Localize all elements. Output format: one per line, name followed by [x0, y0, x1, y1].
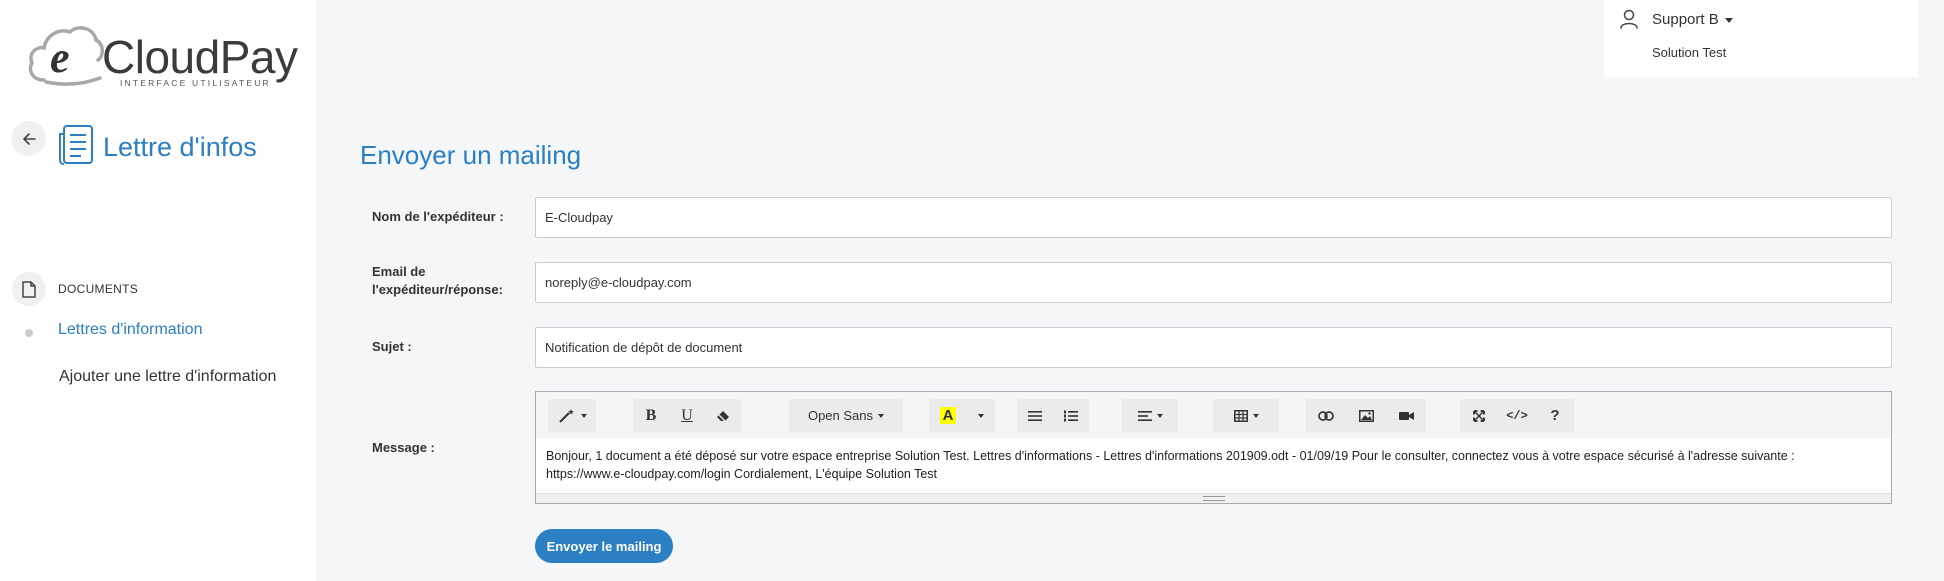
paragraph-align-dropdown[interactable]: [1122, 399, 1178, 432]
send-mailing-button[interactable]: Envoyer le mailing: [535, 529, 673, 563]
sidebar: e CloudPay INTERFACE UTILISATEUR Lettre …: [0, 0, 316, 581]
sender-email-label: Email de l'expéditeur/réponse:: [372, 263, 503, 299]
chevron-down-icon: [1724, 17, 1733, 23]
message-label: Message :: [372, 440, 435, 455]
chevron-down-icon: [878, 413, 885, 418]
insert-link-button[interactable]: [1306, 399, 1346, 432]
code-icon: </>: [1506, 408, 1528, 423]
newsletter-icon: [59, 125, 93, 165]
user-menu-toggle[interactable]: Support B: [1652, 11, 1733, 28]
clear-format-button[interactable]: [705, 399, 741, 432]
bullet-list-button[interactable]: [1017, 399, 1053, 432]
page-title: Lettre d'infos: [103, 132, 257, 162]
sidebar-item-lettres-information[interactable]: Lettres d'information: [58, 321, 202, 339]
underline-button[interactable]: U: [669, 399, 705, 432]
sender-email-label-line1: Email de: [372, 264, 426, 279]
help-icon: ?: [1550, 407, 1560, 424]
logo[interactable]: e CloudPay INTERFACE UTILISATEUR: [26, 22, 298, 92]
sender-email-label-line2: l'expéditeur/réponse:: [372, 282, 503, 297]
magic-wand-icon: [558, 408, 574, 423]
documents-section-icon-wrap: [12, 272, 46, 306]
user-company: Solution Test: [1652, 45, 1727, 60]
back-button[interactable]: [11, 121, 46, 156]
sender-email-input[interactable]: [535, 262, 1892, 303]
chevron-down-icon: [1252, 413, 1259, 418]
logo-wordmark: CloudPay: [102, 31, 298, 83]
link-icon: [1318, 410, 1334, 421]
ordered-list-button[interactable]: [1053, 399, 1089, 432]
editor-toolbar: B U Open Sans A </> ?: [536, 392, 1891, 438]
font-family-dropdown[interactable]: Open Sans: [789, 399, 903, 432]
insert-video-button[interactable]: [1386, 399, 1426, 432]
svg-text:e: e: [50, 33, 70, 82]
arrow-left-icon: [22, 132, 36, 145]
align-left-icon: [1137, 410, 1152, 421]
table-dropdown[interactable]: [1213, 399, 1279, 432]
fullscreen-button[interactable]: [1460, 399, 1498, 432]
eraser-icon: [717, 410, 729, 422]
user-name: Support B: [1652, 11, 1719, 28]
active-indicator-dot: [25, 329, 33, 337]
chevron-down-icon: [978, 413, 984, 418]
documents-section-label: DOCUMENTS: [58, 282, 139, 296]
underline-icon: U: [681, 406, 693, 424]
message-editor[interactable]: B U Open Sans A </> ? Bonjour, 1 documen…: [535, 391, 1892, 504]
table-icon: [1233, 409, 1248, 422]
form-heading: Envoyer un mailing: [360, 140, 582, 170]
chevron-down-icon: [1156, 413, 1163, 418]
insert-image-button[interactable]: [1346, 399, 1386, 432]
grip-icon: [1203, 496, 1225, 501]
sender-name-label: Nom de l'expéditeur :: [372, 209, 504, 224]
font-family-value: Open Sans: [807, 408, 874, 423]
editor-resize-handle[interactable]: [536, 493, 1891, 503]
expand-icon: [1473, 409, 1485, 422]
document-icon: [22, 280, 36, 298]
highlight-color-button[interactable]: A: [929, 399, 967, 432]
cloud-logo-icon: e: [28, 26, 104, 86]
image-icon: [1358, 409, 1374, 422]
sender-name-input[interactable]: [535, 197, 1892, 238]
code-view-button[interactable]: </>: [1498, 399, 1536, 432]
subject-label: Sujet :: [372, 339, 412, 354]
chevron-down-icon: [580, 413, 587, 418]
message-content[interactable]: Bonjour, 1 document a été déposé sur vot…: [546, 447, 1876, 483]
logo-tagline: INTERFACE UTILISATEUR: [120, 78, 271, 88]
highlight-icon: A: [939, 407, 957, 424]
video-icon: [1398, 411, 1414, 420]
subject-input[interactable]: [535, 327, 1892, 368]
user-panel: Support B Solution Test: [1604, 0, 1918, 77]
unordered-list-icon: [1028, 410, 1042, 421]
magic-style-button[interactable]: [548, 399, 596, 432]
sidebar-item-ajouter-lettre[interactable]: Ajouter une lettre d'information: [59, 368, 276, 386]
color-dropdown-button[interactable]: [967, 399, 995, 432]
help-button[interactable]: ?: [1536, 399, 1574, 432]
bold-button[interactable]: B: [633, 399, 669, 432]
ordered-list-icon: [1064, 410, 1078, 421]
user-icon: [1620, 9, 1638, 29]
bold-icon: B: [645, 406, 657, 424]
